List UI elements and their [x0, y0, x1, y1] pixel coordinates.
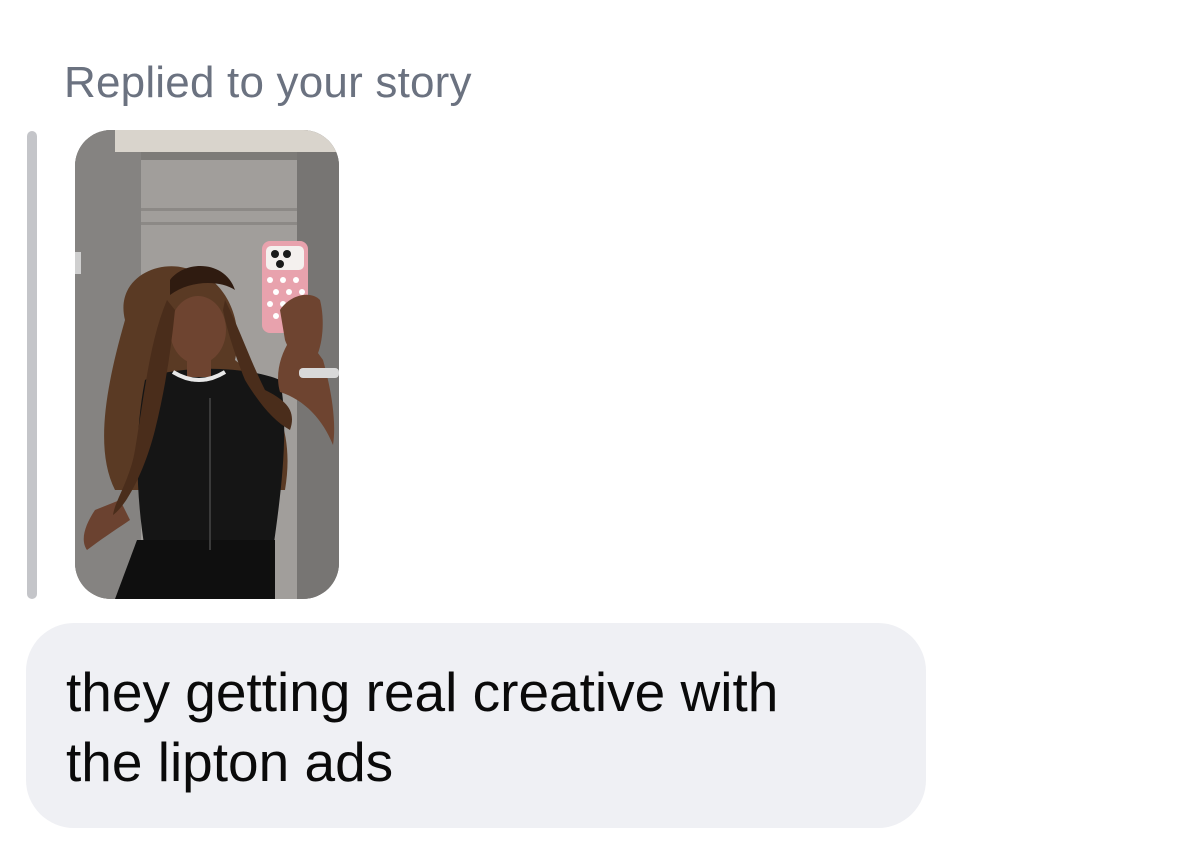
message-text: they getting real creative with the lipt… — [66, 661, 779, 793]
story-thumbnail[interactable] — [75, 130, 339, 599]
quote-bar — [27, 131, 37, 599]
story-photo-image — [75, 130, 339, 599]
story-reply-header: Replied to your story — [64, 58, 472, 107]
message-bubble[interactable]: they getting real creative with the lipt… — [26, 623, 926, 828]
